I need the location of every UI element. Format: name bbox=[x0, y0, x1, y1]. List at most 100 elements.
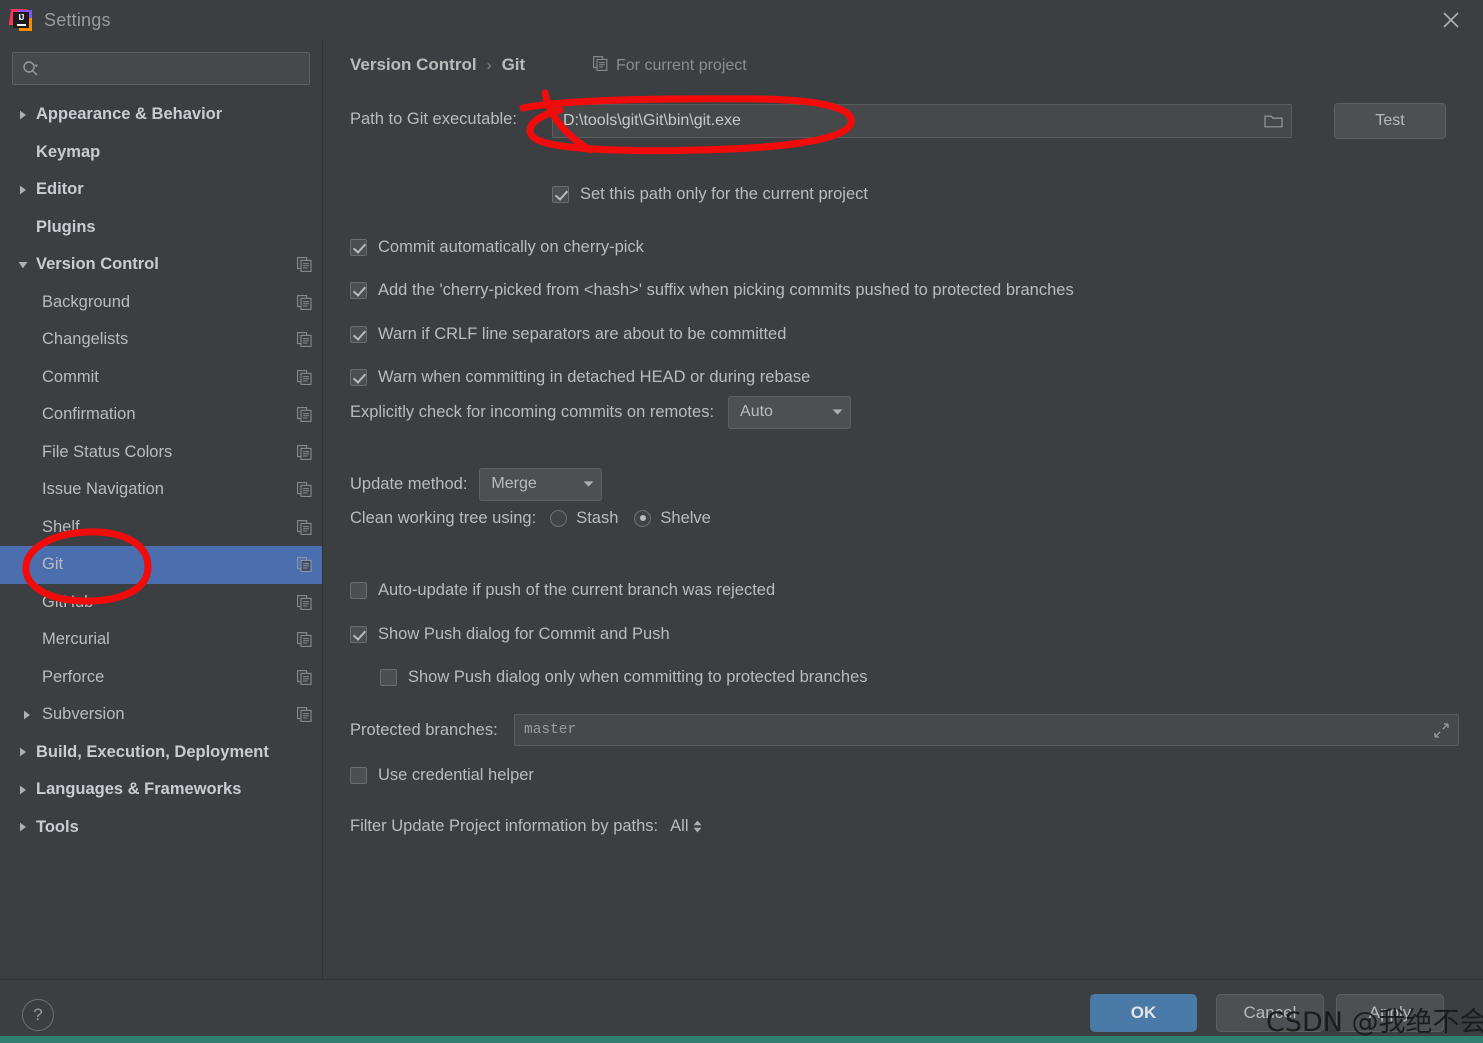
chevron-right-icon[interactable] bbox=[16, 108, 30, 122]
sidebar-item-plugins[interactable]: Plugins bbox=[0, 209, 322, 247]
copy-settings-icon[interactable] bbox=[297, 444, 312, 460]
sidebar-item-perforce[interactable]: Perforce bbox=[0, 659, 322, 697]
sidebar-item-languages-frameworks[interactable]: Languages & Frameworks bbox=[0, 771, 322, 809]
accent-strip bbox=[0, 1036, 1483, 1043]
copy-settings-icon[interactable] bbox=[297, 257, 312, 273]
sidebar-item-confirmation[interactable]: Confirmation bbox=[0, 396, 322, 434]
test-button[interactable]: Test bbox=[1334, 103, 1446, 139]
protected-branches-input[interactable] bbox=[515, 722, 1424, 738]
set-path-only-checkbox-row[interactable]: Set this path only for the current proje… bbox=[552, 185, 868, 204]
sidebar-item-subversion[interactable]: Subversion bbox=[0, 696, 322, 734]
sidebar-item-issue-navigation[interactable]: Issue Navigation bbox=[0, 471, 322, 509]
set-path-only-checkbox[interactable] bbox=[552, 186, 569, 203]
warn-crlf-label: Warn if CRLF line separators are about t… bbox=[378, 325, 787, 343]
show-push-dialog-row[interactable]: Show Push dialog for Commit and Push bbox=[350, 625, 670, 644]
sidebar-item-mercurial[interactable]: Mercurial bbox=[0, 621, 322, 659]
breadcrumb-parent[interactable]: Version Control bbox=[350, 55, 477, 75]
shelve-radio[interactable] bbox=[634, 509, 652, 527]
expand-icon[interactable] bbox=[1424, 715, 1458, 745]
copy-settings-icon[interactable] bbox=[297, 669, 312, 685]
apply-button[interactable]: Apply bbox=[1336, 994, 1444, 1032]
incoming-commits-dropdown[interactable]: Auto bbox=[728, 395, 852, 429]
copy-settings-icon[interactable] bbox=[297, 407, 312, 423]
protected-branches-label: Protected branches: bbox=[350, 720, 498, 739]
sidebar-item-build-execution-deployment[interactable]: Build, Execution, Deployment bbox=[0, 734, 322, 772]
copy-settings-icon[interactable] bbox=[297, 557, 312, 573]
update-method-dropdown[interactable]: Merge bbox=[479, 467, 603, 501]
ok-button[interactable]: OK bbox=[1090, 994, 1197, 1032]
copy-settings-icon[interactable] bbox=[297, 369, 312, 385]
sidebar-item-file-status-colors[interactable]: File Status Colors bbox=[0, 434, 322, 472]
use-credential-helper-checkbox[interactable] bbox=[350, 767, 367, 784]
copy-settings-icon[interactable] bbox=[297, 482, 312, 498]
chevron-down-icon bbox=[575, 480, 601, 488]
clean-tree-option-shelve[interactable]: Shelve bbox=[634, 508, 711, 528]
use-credential-helper-row[interactable]: Use credential helper bbox=[350, 766, 534, 785]
search-input[interactable] bbox=[39, 60, 309, 77]
breadcrumb-current: Git bbox=[501, 55, 526, 74]
git-executable-input[interactable] bbox=[553, 112, 1255, 130]
sidebar-item-tools[interactable]: Tools bbox=[0, 809, 322, 847]
sidebar-item-appearance-behavior[interactable]: Appearance & Behavior bbox=[0, 96, 322, 134]
show-push-protected-checkbox[interactable] bbox=[380, 669, 397, 686]
search-box[interactable] bbox=[12, 52, 310, 85]
search-icon bbox=[22, 60, 39, 77]
copy-settings-icon[interactable] bbox=[297, 594, 312, 610]
show-push-protected-row[interactable]: Show Push dialog only when committing to… bbox=[380, 668, 868, 687]
show-push-dialog-label: Show Push dialog for Commit and Push bbox=[378, 625, 670, 643]
chevron-right-icon[interactable] bbox=[16, 783, 30, 797]
help-button[interactable]: ? bbox=[22, 999, 54, 1031]
chevron-right-icon[interactable] bbox=[16, 745, 30, 759]
sidebar-item-changelists[interactable]: Changelists bbox=[0, 321, 322, 359]
close-icon[interactable] bbox=[1419, 0, 1483, 40]
incoming-commits-value: Auto bbox=[740, 403, 773, 420]
stash-radio[interactable] bbox=[550, 509, 568, 527]
commit-cherry-pick-checkbox[interactable] bbox=[350, 239, 367, 256]
filter-update-stepper[interactable]: All bbox=[670, 817, 701, 836]
copy-settings-icon[interactable] bbox=[297, 294, 312, 310]
path-label-row: Path to Git executable: bbox=[350, 110, 517, 129]
show-push-dialog-checkbox[interactable] bbox=[350, 626, 367, 643]
warn-crlf-row[interactable]: Warn if CRLF line separators are about t… bbox=[350, 325, 786, 344]
commit-cherry-pick-row[interactable]: Commit automatically on cherry-pick bbox=[350, 238, 644, 257]
sidebar-item-keymap[interactable]: Keymap bbox=[0, 134, 322, 172]
sidebar-item-background[interactable]: Background bbox=[0, 284, 322, 322]
sidebar-item-github[interactable]: GitHub bbox=[0, 584, 322, 622]
auto-update-row[interactable]: Auto-update if push of the current branc… bbox=[350, 581, 775, 600]
sidebar-item-label: Mercurial bbox=[42, 630, 110, 649]
auto-update-checkbox[interactable] bbox=[350, 582, 367, 599]
dialog-footer: ? OK Cancel Apply bbox=[0, 979, 1483, 1043]
cherry-picked-suffix-checkbox[interactable] bbox=[350, 282, 367, 299]
chevron-right-icon[interactable] bbox=[16, 183, 30, 197]
chevron-right-icon[interactable] bbox=[20, 708, 34, 722]
cherry-picked-suffix-row[interactable]: Add the 'cherry-picked from <hash>' suff… bbox=[350, 281, 1074, 300]
title-bar: IJ Settings bbox=[0, 0, 1483, 40]
sidebar-item-label: Keymap bbox=[36, 142, 101, 161]
breadcrumb: Version Control › Git bbox=[350, 55, 525, 75]
warn-crlf-checkbox[interactable] bbox=[350, 326, 367, 343]
scope-note: For current project bbox=[593, 56, 747, 76]
folder-icon[interactable] bbox=[1255, 105, 1291, 137]
filter-update-row: Filter Update Project information by pat… bbox=[350, 812, 702, 840]
sidebar-item-version-control[interactable]: Version Control bbox=[0, 246, 322, 284]
cancel-button[interactable]: Cancel bbox=[1216, 994, 1324, 1032]
sidebar-item-label: Version Control bbox=[36, 255, 159, 274]
search-wrapper bbox=[0, 40, 322, 85]
chevron-down-icon[interactable] bbox=[16, 258, 30, 272]
protected-branches-field[interactable] bbox=[514, 714, 1459, 746]
sidebar-item-shelf[interactable]: Shelf bbox=[0, 509, 322, 547]
sidebar-item-label: Confirmation bbox=[42, 405, 136, 424]
commit-cherry-pick-label: Commit automatically on cherry-pick bbox=[378, 238, 644, 256]
shelve-label: Shelve bbox=[660, 508, 711, 527]
sidebar-item-label: Subversion bbox=[42, 705, 125, 724]
clean-tree-option-stash[interactable]: Stash bbox=[550, 509, 618, 528]
copy-settings-icon[interactable] bbox=[297, 519, 312, 535]
copy-settings-icon[interactable] bbox=[297, 632, 312, 648]
sidebar-item-editor[interactable]: Editor bbox=[0, 171, 322, 209]
sidebar-item-commit[interactable]: Commit bbox=[0, 359, 322, 397]
git-executable-field[interactable] bbox=[552, 104, 1292, 138]
copy-settings-icon[interactable] bbox=[297, 707, 312, 723]
copy-settings-icon[interactable] bbox=[297, 332, 312, 348]
sidebar-item-git[interactable]: Git bbox=[0, 546, 322, 584]
chevron-right-icon[interactable] bbox=[16, 820, 30, 834]
